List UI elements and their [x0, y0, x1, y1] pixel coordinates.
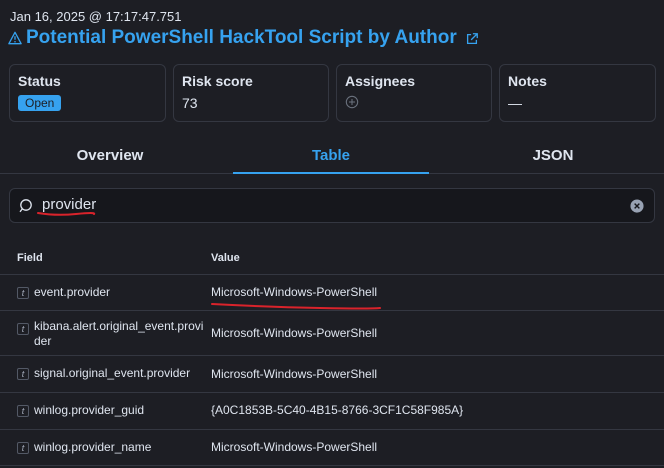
table-row[interactable]: t kibana.alert.original_event.provider M…: [0, 311, 664, 356]
status-card: Status Open: [9, 64, 166, 122]
alert-title[interactable]: Potential PowerShell HackTool Script by …: [26, 27, 457, 49]
string-type-badge: t: [17, 287, 29, 299]
warning-icon: [8, 31, 22, 45]
tab-json[interactable]: JSON: [443, 140, 663, 173]
column-header-field[interactable]: Field: [17, 252, 43, 264]
search-icon: [19, 199, 32, 213]
external-link-icon[interactable]: [465, 32, 479, 46]
assignees-card: Assignees: [336, 64, 492, 122]
risk-score-value: 73: [182, 95, 198, 111]
status-badge[interactable]: Open: [18, 95, 62, 111]
field-value[interactable]: Microsoft-Windows-PowerShell: [211, 326, 377, 340]
column-header-value[interactable]: Value: [211, 252, 240, 264]
table-row[interactable]: t signal.original_event.provider Microso…: [0, 356, 664, 393]
table-row[interactable]: t winlog.provider_guid {A0C1853B-5C40-4B…: [0, 393, 664, 430]
clear-icon[interactable]: [630, 199, 644, 213]
table-header: Field Value: [0, 246, 664, 275]
field-name: kibana.alert.original_event.provider: [34, 319, 204, 348]
search-value: provider: [42, 196, 97, 213]
table-row[interactable]: t winlog.provider_name Microsoft-Windows…: [0, 430, 664, 466]
alert-timestamp: Jan 16, 2025 @ 17:17:47.751: [10, 9, 182, 24]
string-type-badge: t: [17, 323, 29, 335]
search-input[interactable]: provider: [9, 188, 655, 223]
tab-overview[interactable]: Overview: [0, 140, 220, 173]
risk-score-label: Risk score: [182, 73, 253, 89]
field-name: winlog.provider_guid: [34, 403, 145, 417]
string-type-badge: t: [17, 442, 29, 454]
add-assignee-icon[interactable]: [345, 95, 359, 109]
field-name: winlog.provider_name: [34, 440, 152, 454]
risk-score-card: Risk score 73: [173, 64, 329, 122]
field-value[interactable]: {A0C1853B-5C40-4B15-8766-3CF1C58F985A}: [211, 403, 463, 417]
field-value[interactable]: Microsoft-Windows-PowerShell: [211, 285, 377, 299]
field-value[interactable]: Microsoft-Windows-PowerShell: [211, 367, 377, 381]
field-name: event.provider: [34, 285, 111, 299]
notes-label: Notes: [508, 73, 547, 89]
field-value[interactable]: Microsoft-Windows-PowerShell: [211, 440, 377, 454]
table-row[interactable]: t event.provider Microsoft-Windows-Power…: [0, 275, 664, 311]
assignees-label: Assignees: [345, 73, 416, 89]
alert-title-row: Potential PowerShell HackTool Script by …: [8, 27, 479, 49]
field-name: signal.original_event.provider: [34, 366, 191, 380]
tab-table[interactable]: Table: [221, 140, 441, 174]
string-type-badge: t: [17, 368, 29, 380]
string-type-badge: t: [17, 405, 29, 417]
notes-value: —: [508, 95, 522, 111]
notes-card: Notes —: [499, 64, 656, 122]
flyout-tabs: Overview Table JSON: [0, 140, 664, 174]
status-label: Status: [18, 73, 61, 89]
